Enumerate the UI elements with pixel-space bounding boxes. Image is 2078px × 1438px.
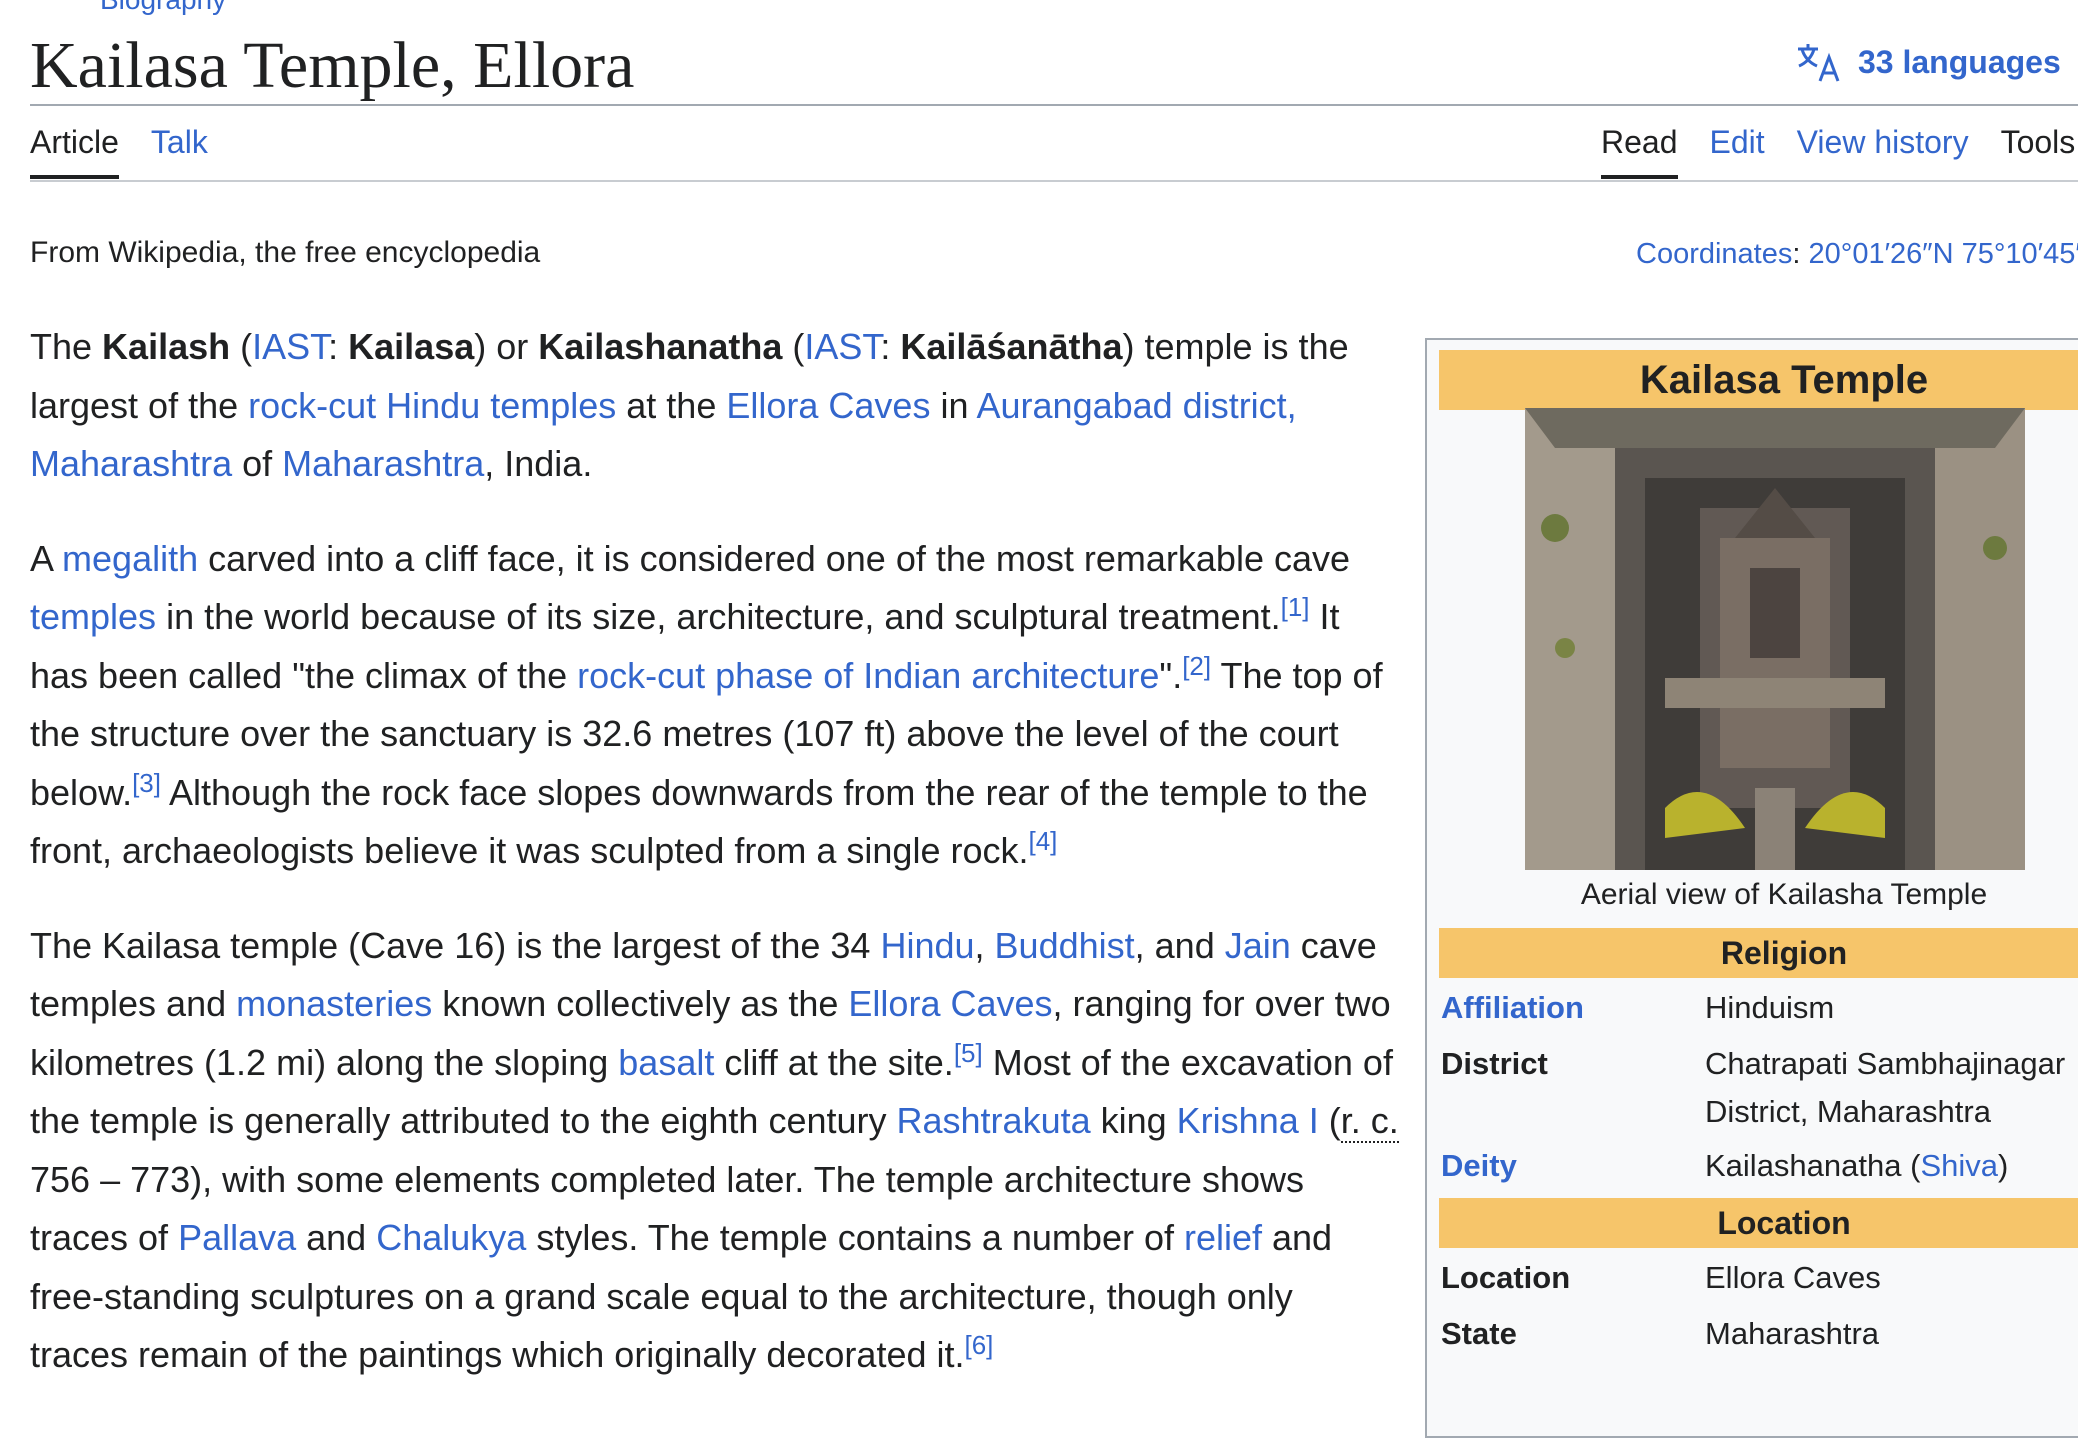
location-label: Location <box>1441 1254 1570 1302</box>
title-divider <box>30 104 2078 106</box>
text-run: styles. The temple contains a number of <box>526 1217 1184 1258</box>
coordinates-value[interactable]: 20°01′26″N 75°10′45″E <box>1809 238 2078 270</box>
article-link[interactable]: relief <box>1184 1217 1262 1258</box>
text-run: king <box>1091 1100 1177 1141</box>
article-link[interactable]: Jain <box>1225 925 1291 966</box>
text-run: ( <box>1319 1100 1341 1141</box>
text-run: ". <box>1159 655 1182 696</box>
deity-value-suffix: ) <box>1998 1148 2008 1183</box>
article-link[interactable]: Pallava <box>178 1217 296 1258</box>
citation-link[interactable]: [4] <box>1028 826 1057 856</box>
tab-article[interactable]: Article <box>30 124 119 179</box>
text-run: known collectively as the <box>432 983 848 1024</box>
text-run: carved into a cliff face, it is consider… <box>198 538 1350 579</box>
text-run: at the <box>616 385 726 426</box>
deity-value: Kailashanatha (Shiva) <box>1705 1142 2078 1190</box>
text-run: of <box>232 443 282 484</box>
text-run: The Kailasa temple (Cave 16) is the larg… <box>30 925 880 966</box>
article-link[interactable]: Chalukya <box>376 1217 526 1258</box>
citation-link[interactable]: [1] <box>1281 592 1310 622</box>
temple-aerial-image[interactable] <box>1525 408 2025 870</box>
text-run: , and <box>1135 925 1225 966</box>
citation-link[interactable]: [5] <box>954 1038 983 1068</box>
citation-link[interactable]: [3] <box>132 768 161 798</box>
article-link[interactable]: IAST <box>252 326 328 367</box>
tab-view-history[interactable]: View history <box>1797 124 1969 179</box>
affiliation-label[interactable]: Affiliation <box>1441 984 1584 1032</box>
text-run: ( <box>230 326 252 367</box>
bold-term: Kailasa <box>348 326 474 367</box>
bold-term: Kailash <box>102 326 230 367</box>
text-run: and <box>296 1217 376 1258</box>
district-label: District <box>1441 1040 1548 1088</box>
paragraph-cave-16: The Kailasa temple (Cave 16) is the larg… <box>30 917 1400 1385</box>
deity-shiva-link[interactable]: Shiva <box>1920 1148 1998 1183</box>
namespace-tabs: Article Talk <box>30 124 208 179</box>
tab-talk[interactable]: Talk <box>151 124 208 179</box>
abbreviation[interactable]: r. c. <box>1341 1100 1399 1143</box>
article-body: The Kailash (IAST: Kailasa) or Kailashan… <box>30 318 1400 1421</box>
text-run: : <box>880 326 900 367</box>
location-value[interactable]: Ellora Caves <box>1705 1254 2078 1302</box>
state-value[interactable]: Maharashtra <box>1705 1310 2078 1358</box>
coordinates-label[interactable]: Coordinates <box>1636 238 1792 270</box>
affiliation-value[interactable]: Hinduism <box>1705 984 2078 1032</box>
language-count: 33 languages <box>1858 44 2061 81</box>
article-link[interactable]: Rashtrakuta <box>897 1100 1091 1141</box>
text-run: : <box>328 326 348 367</box>
text-run: ) or <box>474 326 538 367</box>
article-link[interactable]: Krishna I <box>1177 1100 1319 1141</box>
text-run: A <box>30 538 62 579</box>
infobox-title: Kailasa Temple <box>1439 350 2078 410</box>
article-link[interactable]: IAST <box>804 326 880 367</box>
view-tabs: Read Edit View history Tools <box>1601 124 2075 179</box>
article-link[interactable]: monasteries <box>236 983 432 1024</box>
citation-link[interactable]: [6] <box>965 1330 994 1360</box>
article-link[interactable]: rock-cut phase of Indian architecture <box>577 655 1159 696</box>
bold-term: Kailashanatha <box>538 326 782 367</box>
top-cut-link[interactable]: Biography <box>100 0 226 16</box>
article-link[interactable]: Maharashtra <box>282 443 484 484</box>
article-link[interactable]: basalt <box>618 1042 714 1083</box>
page-title: Kailasa Temple, Ellora <box>30 24 634 108</box>
coordinates-separator: : <box>1792 238 1808 270</box>
language-button[interactable]: 33 languages <box>1796 40 2061 84</box>
infobox-section-religion: Religion <box>1439 928 2078 978</box>
temple-aerial-illustration <box>1525 408 2025 870</box>
text-run: The <box>30 326 102 367</box>
text-run: cliff at the site. <box>714 1042 953 1083</box>
text-run: , India. <box>484 443 592 484</box>
text-run: in <box>930 385 976 426</box>
paragraph-megalith: A megalith carved into a cliff face, it … <box>30 530 1400 881</box>
infobox-image-caption: Aerial view of Kailasha Temple <box>1439 872 2078 918</box>
tab-tools[interactable]: Tools <box>2001 124 2076 179</box>
site-tagline: From Wikipedia, the free encyclopedia <box>30 236 540 270</box>
article-link[interactable]: Hindu <box>880 925 974 966</box>
bold-term: Kailāśanātha <box>900 326 1122 367</box>
infobox-section-location: Location <box>1439 1198 2078 1248</box>
translate-icon <box>1796 41 1842 83</box>
article-link[interactable]: rock-cut Hindu temples <box>248 385 616 426</box>
text-run: Although the rock face slopes downwards … <box>30 772 1368 872</box>
deity-label[interactable]: Deity <box>1441 1142 1517 1190</box>
deity-value-prefix: Kailashanatha ( <box>1705 1148 1920 1183</box>
article-link[interactable]: Buddhist <box>995 925 1135 966</box>
text-run: ( <box>782 326 804 367</box>
state-label: State <box>1441 1310 1517 1358</box>
district-value[interactable]: Chatrapati Sambhajinagar District, Mahar… <box>1705 1040 2078 1136</box>
article-link[interactable]: Ellora Caves <box>726 385 930 426</box>
coordinates: Coordinates: 20°01′26″N 75°10′45″E <box>1636 238 2078 271</box>
citation-link[interactable]: [2] <box>1182 651 1211 681</box>
tabs-divider <box>30 180 2078 182</box>
text-run: in the world because of its size, archit… <box>156 596 1281 637</box>
infobox: Kailasa Temple <box>1425 338 2078 1438</box>
article-link[interactable]: megalith <box>62 538 198 579</box>
article-link[interactable]: Ellora Caves <box>848 983 1052 1024</box>
article-link[interactable]: temples <box>30 596 156 637</box>
tab-read[interactable]: Read <box>1601 124 1678 179</box>
paragraph-intro: The Kailash (IAST: Kailasa) or Kailashan… <box>30 318 1400 494</box>
tab-edit[interactable]: Edit <box>1710 124 1765 179</box>
text-run: , <box>975 925 995 966</box>
